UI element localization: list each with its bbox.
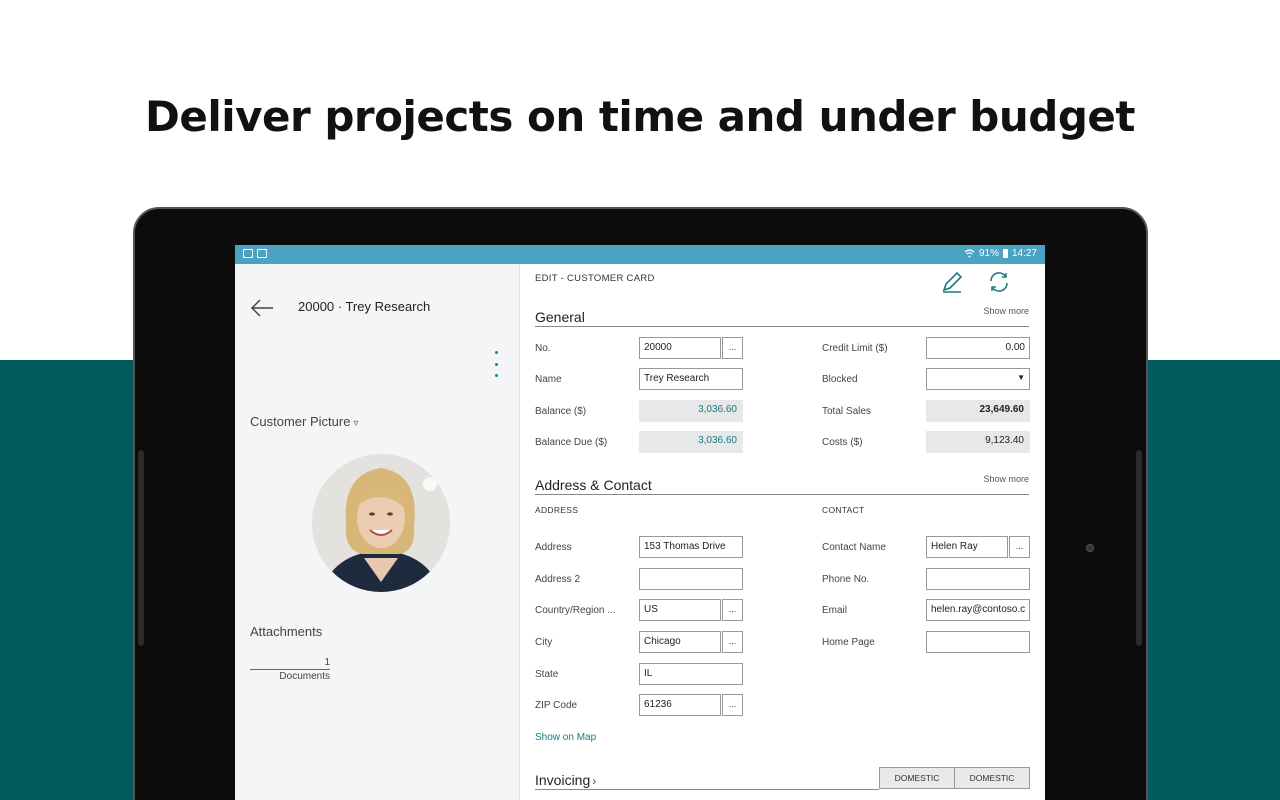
app-screen: 91% 14:27 20000 · Trey Research Customer… [235, 245, 1045, 800]
zip-assist-button[interactable]: ... [722, 694, 743, 716]
name-label: Name [535, 374, 562, 385]
tablet-side-button-right [1136, 450, 1142, 646]
homepage-field[interactable] [926, 631, 1030, 653]
customer-photo[interactable] [312, 454, 450, 592]
show-on-map-link[interactable]: Show on Map [535, 732, 596, 743]
customer-picture-label: Customer Picture [250, 414, 351, 429]
invoicing-divider [535, 789, 879, 790]
zip-label: ZIP Code [535, 700, 578, 711]
documents-label[interactable]: Documents [250, 671, 330, 682]
balance-value[interactable]: 3,036.60 [639, 400, 743, 422]
tablet-side-button-left [138, 450, 144, 646]
clock: 14:27 [1011, 248, 1037, 259]
record-title: 20000 · Trey Research [298, 299, 431, 314]
person-photo-icon [312, 454, 450, 592]
edit-pencil-icon[interactable] [940, 270, 964, 294]
contact-name-label: Contact Name [822, 542, 886, 553]
credit-limit-label: Credit Limit ($) [822, 343, 888, 354]
blocked-label: Blocked [822, 374, 858, 385]
battery-icon [1002, 249, 1008, 258]
address2-field[interactable] [639, 568, 743, 590]
country-assist-button[interactable]: ... [722, 599, 743, 621]
address-show-more-link[interactable]: Show more [983, 474, 1029, 484]
balance-label: Balance ($) [535, 406, 587, 417]
address-label: Address [535, 542, 572, 553]
general-show-more-link[interactable]: Show more [983, 306, 1029, 316]
city-label: City [535, 637, 553, 648]
documents-count[interactable]: 1 [250, 657, 330, 670]
back-arrow-icon[interactable] [249, 295, 275, 321]
general-divider [535, 326, 1029, 327]
total-sales-value: 23,649.60 [926, 400, 1030, 422]
notification-icon [257, 249, 267, 258]
address-subheading: ADDRESS [535, 505, 579, 515]
chevron-down-icon: ▿ [353, 418, 359, 429]
phone-label: Phone No. [822, 574, 870, 585]
city-assist-button[interactable]: ... [722, 631, 743, 653]
address-divider [535, 494, 1029, 495]
invoicing-section-toggle[interactable]: Invoicing › [535, 772, 596, 788]
phone-field[interactable] [926, 568, 1030, 590]
battery-percent: 91% [978, 248, 999, 259]
costs-value: 9,123.40 [926, 431, 1030, 453]
name-field[interactable]: Trey Research [639, 368, 743, 390]
status-bar: 91% 14:27 [235, 245, 1045, 264]
contact-assist-button[interactable]: ... [1009, 536, 1030, 558]
left-pane: 20000 · Trey Research Customer Picture ▿ … [235, 264, 520, 800]
state-label: State [535, 669, 559, 680]
balance-due-label: Balance Due ($) [535, 437, 608, 448]
page-headline: Deliver projects on time and under budge… [145, 92, 1135, 141]
no-assist-button[interactable]: ... [722, 337, 743, 359]
total-sales-label: Total Sales [822, 406, 871, 417]
breadcrumb: EDIT - CUSTOMER CARD [535, 273, 655, 284]
customer-picture-toggle[interactable]: Customer Picture ▿ [250, 414, 358, 429]
no-field[interactable]: 20000 [639, 337, 721, 359]
address-field[interactable]: 153 Thomas Drive [639, 536, 743, 558]
dropdown-arrow-icon: ▼ [1017, 373, 1025, 382]
address2-label: Address 2 [535, 574, 581, 585]
email-label: Email [822, 605, 848, 616]
chevron-right-icon: › [592, 774, 597, 788]
email-field[interactable]: helen.ray@contoso.c [926, 599, 1030, 621]
attachments-label: Attachments [250, 624, 323, 639]
country-field[interactable]: US [639, 599, 721, 621]
camera-icon [1086, 544, 1094, 552]
homepage-label: Home Page [822, 637, 875, 648]
more-options-icon[interactable] [493, 351, 499, 377]
zip-field[interactable]: 61236 [639, 694, 721, 716]
blocked-select[interactable]: ▼ [926, 368, 1030, 390]
address-contact-section-title[interactable]: Address & Contact [535, 477, 652, 493]
costs-label: Costs ($) [822, 437, 863, 448]
image-icon [243, 249, 253, 258]
no-label: No. [535, 343, 551, 354]
balance-due-value[interactable]: 3,036.60 [639, 431, 743, 453]
general-section-title[interactable]: General [535, 309, 585, 325]
invoicing-section-title: Invoicing [535, 772, 591, 788]
invoicing-domestic-button-2[interactable]: DOMESTIC [954, 767, 1030, 789]
invoicing-domestic-button-1[interactable]: DOMESTIC [879, 767, 955, 789]
refresh-icon[interactable] [987, 270, 1011, 294]
wifi-icon [964, 249, 975, 258]
contact-name-field[interactable]: Helen Ray [926, 536, 1008, 558]
customer-card: EDIT - CUSTOMER CARD General Show more N… [520, 264, 1045, 800]
city-field[interactable]: Chicago [639, 631, 721, 653]
contact-subheading: CONTACT [822, 505, 865, 515]
country-label: Country/Region ... [535, 605, 616, 616]
credit-limit-field[interactable]: 0.00 [926, 337, 1030, 359]
state-field[interactable]: IL [639, 663, 743, 685]
